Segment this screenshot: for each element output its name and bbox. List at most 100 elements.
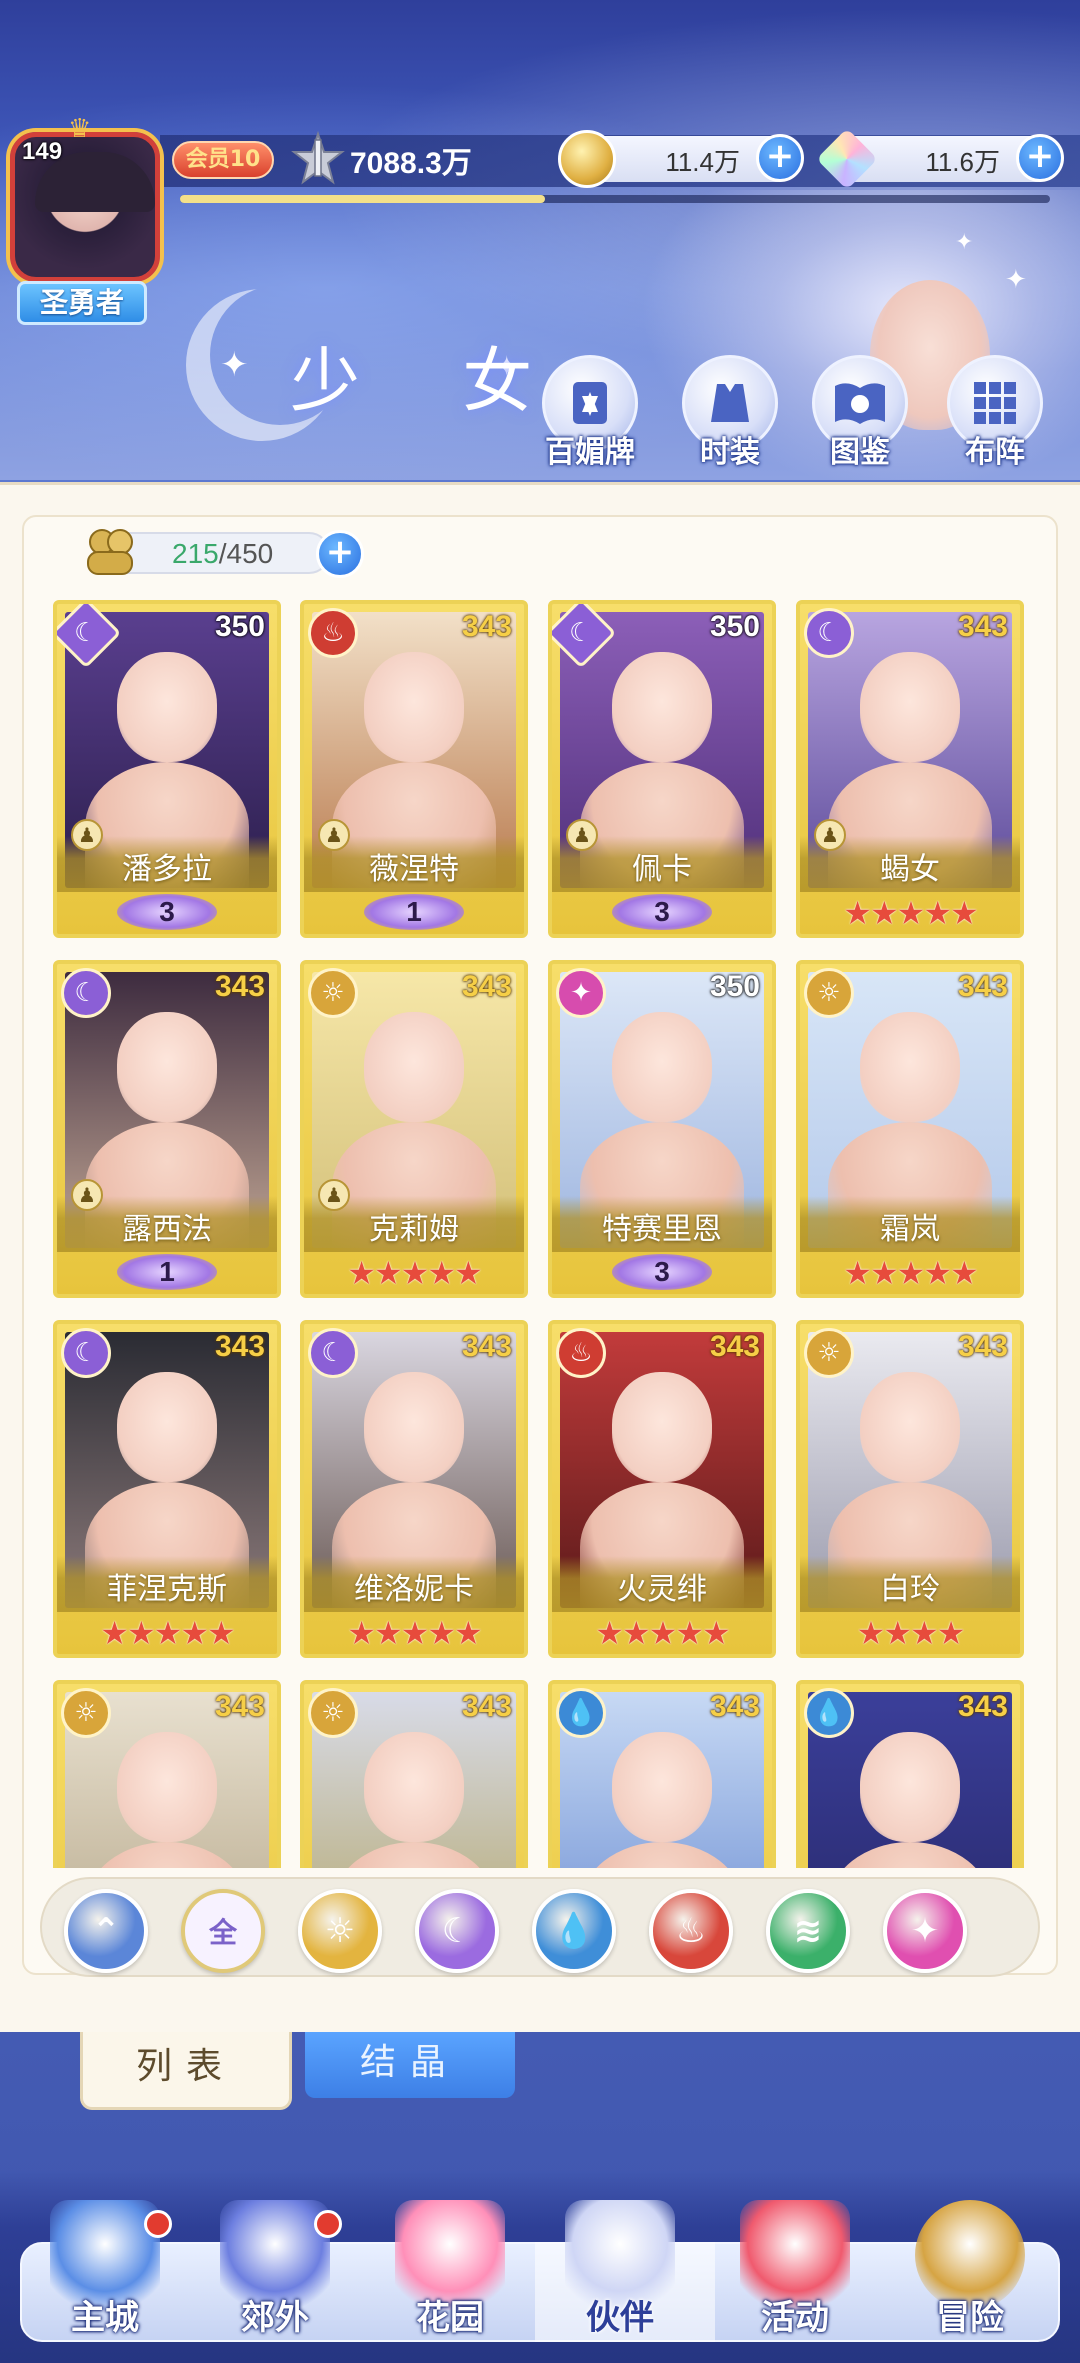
wind-filter-icon[interactable]: ≋ bbox=[766, 1889, 850, 1973]
star-filter-icon[interactable]: ✦ bbox=[883, 1889, 967, 1973]
crystal-currency: 11.6万 + bbox=[816, 128, 1064, 190]
partner-level: 343 bbox=[709, 1690, 760, 1723]
nav-label: 主城 bbox=[71, 2298, 139, 2338]
partner-card[interactable]: ☼ 343 ♟ 克莉姆 ★★★★★ bbox=[300, 960, 528, 1298]
portrait-face bbox=[117, 1372, 217, 1482]
partner-card[interactable]: ☾ 350 ♟ 潘多拉 3 bbox=[53, 600, 281, 938]
player-avatar-badge[interactable]: ♛ 149 圣勇者 bbox=[0, 114, 180, 325]
menu-label: 百媚牌 bbox=[545, 435, 635, 470]
gold-currency: 11.4万 + bbox=[558, 130, 804, 188]
menu-formation[interactable]: 布阵 bbox=[945, 355, 1045, 470]
sparkle-icon: ✦ bbox=[220, 345, 249, 385]
portrait-face bbox=[117, 1012, 217, 1122]
power-value: 7088.3万 bbox=[350, 147, 472, 180]
partner-level: 350 bbox=[214, 610, 265, 643]
add-gold-button[interactable]: + bbox=[756, 134, 804, 182]
gold-coin-icon bbox=[558, 130, 616, 188]
menu-label: 图鉴 bbox=[830, 435, 890, 470]
portrait-face bbox=[612, 1012, 712, 1122]
portrait-face bbox=[612, 1732, 712, 1842]
crown-icon: ♛ bbox=[68, 114, 92, 144]
partner-card[interactable]: ☾ 343 菲涅克斯 ★★★★★ bbox=[53, 1320, 281, 1658]
collapse-filter-icon[interactable]: ⌃ bbox=[64, 1889, 148, 1973]
partner-level: 350 bbox=[709, 970, 760, 1003]
sparkle-icon: ✦ bbox=[1005, 265, 1027, 295]
partner-name: 霜岚 bbox=[880, 1212, 940, 1247]
portrait-face bbox=[612, 1372, 712, 1482]
vip-badge[interactable]: 会员10 bbox=[172, 141, 274, 179]
portrait-face bbox=[364, 1732, 464, 1842]
bottom-navigation: 主城 郊外 花园 伙伴 活动 冒险 bbox=[0, 2170, 1080, 2363]
awaken-rank-badge: 1 bbox=[364, 894, 464, 930]
element-glyph: ☼ bbox=[321, 1698, 345, 1728]
partner-level: 343 bbox=[957, 610, 1008, 643]
portrait-face bbox=[860, 1012, 960, 1122]
nav-item-heart[interactable]: 花园 bbox=[375, 2170, 525, 2363]
partner-level: 343 bbox=[709, 1330, 760, 1363]
partner-name: 薇涅特 bbox=[369, 852, 459, 887]
partner-card[interactable]: ☼ 343 白玲 ★★★★ bbox=[796, 1320, 1024, 1658]
menu-fashion[interactable]: 时装 bbox=[680, 355, 780, 470]
nav-label: 冒险 bbox=[936, 2298, 1004, 2338]
partner-card[interactable]: ☼ 343 霜岚 ★★★★★ bbox=[796, 960, 1024, 1298]
tab-list[interactable]: 列表 bbox=[80, 2032, 292, 2110]
crystal-value: 11.6万 bbox=[925, 147, 1000, 177]
awaken-rank-badge: 3 bbox=[612, 1254, 712, 1290]
partner-name: 潘多拉 bbox=[122, 852, 212, 887]
light-filter-icon[interactable]: ☼ bbox=[298, 1889, 382, 1973]
partner-card[interactable]: ☾ 343 ♟ 露西法 1 bbox=[53, 960, 281, 1298]
partner-level: 343 bbox=[461, 1330, 512, 1363]
capacity-current: 215 bbox=[172, 538, 219, 569]
element-glyph: ☼ bbox=[74, 1698, 98, 1728]
notification-dot bbox=[144, 2210, 172, 2238]
capacity-max: /450 bbox=[218, 538, 274, 569]
partner-card[interactable]: ☾ 350 ♟ 佩卡 3 bbox=[548, 600, 776, 938]
partner-card[interactable]: 💧 343 bbox=[548, 1680, 776, 1868]
power-sword-icon bbox=[291, 130, 345, 185]
element-glyph: 💧 bbox=[812, 1698, 846, 1728]
star-element-icon: ✦ bbox=[556, 968, 606, 1018]
player-level: 149 bbox=[22, 138, 63, 165]
partner-name: 克莉姆 bbox=[369, 1212, 459, 1247]
partner-card[interactable]: ☾ 343 维洛妮卡 ★★★★★ bbox=[300, 1320, 528, 1658]
water-filter-icon[interactable]: 💧 bbox=[532, 1889, 616, 1973]
add-crystal-button[interactable]: + bbox=[1016, 134, 1064, 182]
expand-capacity-button[interactable]: + bbox=[316, 530, 364, 578]
element-glyph: ☾ bbox=[74, 978, 98, 1008]
star-rating: ★★★★★ bbox=[843, 1254, 978, 1292]
partner-level: 343 bbox=[214, 970, 265, 1003]
fire-filter-icon[interactable]: ♨ bbox=[649, 1889, 733, 1973]
player-title-badge[interactable]: 圣勇者 bbox=[17, 281, 147, 325]
partners-icon bbox=[87, 529, 133, 575]
partner-name: 火灵绯 bbox=[617, 1572, 707, 1607]
portrait-face bbox=[860, 652, 960, 762]
partner-card[interactable]: ✦ 350 特赛里恩 3 bbox=[548, 960, 776, 1298]
partner-card[interactable]: ♨ 343 ♟ 薇涅特 1 bbox=[300, 600, 528, 938]
nav-item-castle[interactable]: 主城 bbox=[30, 2170, 180, 2363]
partner-name: 蝎女 bbox=[880, 852, 940, 887]
nav-item-portal[interactable]: 郊外 bbox=[200, 2170, 350, 2363]
element-glyph: ☾ bbox=[321, 1338, 345, 1368]
xp-progress-fill bbox=[180, 195, 546, 203]
portrait-face bbox=[860, 1732, 960, 1842]
notification-dot bbox=[314, 2210, 342, 2238]
partner-card[interactable]: ☾ 343 ♟ 蝎女 ★★★★★ bbox=[796, 600, 1024, 938]
nav-item-compass[interactable]: 冒险 bbox=[895, 2170, 1045, 2363]
partner-card[interactable]: ☼ 343 bbox=[53, 1680, 281, 1868]
menu-card-collection[interactable]: 百媚牌 bbox=[540, 355, 640, 470]
nav-item-partner[interactable]: 伙伴 bbox=[545, 2170, 695, 2363]
partner-card[interactable]: ♨ 343 火灵绯 ★★★★★ bbox=[548, 1320, 776, 1658]
menu-label: 时装 bbox=[700, 435, 760, 470]
moon-filter-icon[interactable]: ☾ bbox=[415, 1889, 499, 1973]
partner-card[interactable]: 💧 343 bbox=[796, 1680, 1024, 1868]
menu-encyclopedia[interactable]: 图鉴 bbox=[810, 355, 910, 470]
partner-name: 维洛妮卡 bbox=[354, 1572, 474, 1607]
all-filter[interactable]: 全 bbox=[181, 1889, 265, 1973]
element-glyph: 💧 bbox=[564, 1698, 598, 1728]
tab-crystal[interactable]: 结晶 bbox=[305, 2032, 515, 2098]
element-glyph: ♨ bbox=[569, 1338, 593, 1368]
portrait-body bbox=[828, 1842, 992, 1868]
partner-card[interactable]: ☼ 343 bbox=[300, 1680, 528, 1868]
nav-item-gift[interactable]: 活动 bbox=[720, 2170, 870, 2363]
element-glyph: ☼ bbox=[321, 978, 345, 1008]
